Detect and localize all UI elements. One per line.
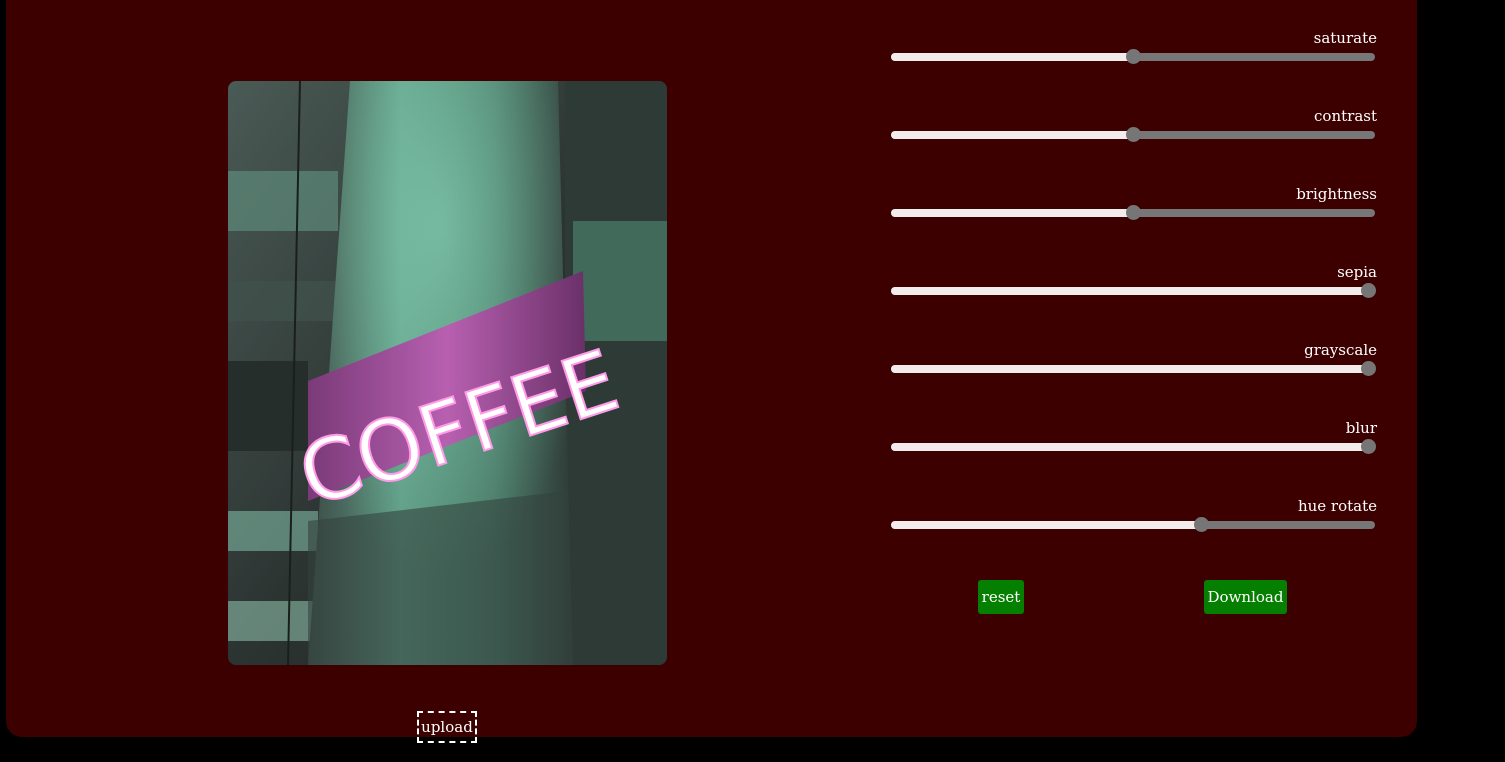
control-saturate: saturate — [891, 28, 1377, 106]
slider-fill — [891, 53, 1133, 61]
slider-fill — [891, 131, 1133, 139]
filter-controls: saturate contrast brightness sepia grays… — [891, 28, 1377, 574]
hue-rotate-label: hue rotate — [1297, 497, 1377, 515]
reset-button[interactable]: reset — [978, 580, 1024, 614]
control-contrast: contrast — [891, 106, 1377, 184]
grayscale-slider[interactable] — [891, 361, 1376, 376]
slider-thumb[interactable] — [1361, 439, 1376, 454]
control-brightness: brightness — [891, 184, 1377, 262]
slider-fill — [891, 287, 1368, 295]
blur-label: blur — [1345, 419, 1377, 437]
slider-thumb[interactable] — [1361, 283, 1376, 298]
control-sepia: sepia — [891, 262, 1377, 340]
grayscale-label: grayscale — [1304, 341, 1377, 359]
slider-thumb[interactable] — [1361, 361, 1376, 376]
slider-thumb[interactable] — [1126, 205, 1141, 220]
saturate-label: saturate — [1313, 29, 1377, 47]
brightness-label: brightness — [1296, 185, 1377, 203]
slider-fill — [891, 365, 1368, 373]
slider-fill — [891, 443, 1368, 451]
slider-fill — [891, 209, 1133, 217]
hue-rotate-slider[interactable] — [891, 517, 1375, 532]
slider-thumb[interactable] — [1194, 517, 1210, 532]
download-button[interactable]: Download — [1204, 580, 1287, 614]
control-grayscale: grayscale — [891, 340, 1377, 418]
slider-thumb[interactable] — [1126, 127, 1141, 142]
brightness-slider[interactable] — [891, 205, 1375, 220]
upload-label: upload — [421, 718, 473, 736]
blur-slider[interactable] — [891, 439, 1376, 454]
contrast-label: contrast — [1314, 107, 1377, 125]
slider-thumb[interactable] — [1126, 49, 1141, 64]
slider-fill — [891, 521, 1202, 529]
sepia-label: sepia — [1337, 263, 1377, 281]
sepia-slider[interactable] — [891, 283, 1376, 298]
contrast-slider[interactable] — [891, 127, 1375, 142]
preview-image: COFFEE — [228, 81, 667, 665]
saturate-slider[interactable] — [891, 49, 1375, 64]
control-hue-rotate: hue rotate — [891, 496, 1377, 574]
control-blur: blur — [891, 418, 1377, 496]
upload-button[interactable]: upload — [417, 711, 477, 743]
